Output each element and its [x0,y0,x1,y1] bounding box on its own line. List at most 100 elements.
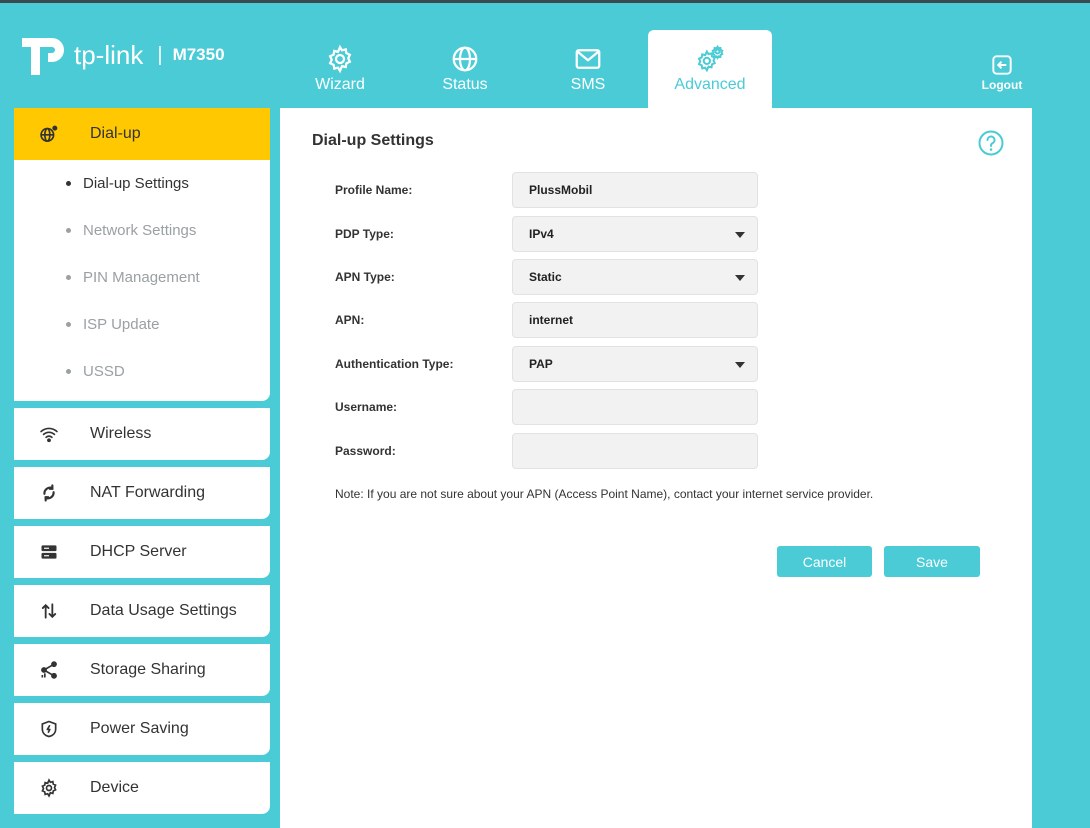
tab-wizard-label: Wizard [315,76,365,93]
envelope-icon [575,49,601,69]
apn-type-value: Static [529,270,562,284]
sidebar-group-nat: NAT Forwarding [14,467,270,519]
sidebar-subitem-pin-management[interactable]: PIN Management [14,254,270,301]
row-auth-type: Authentication Type: PAP [335,346,758,382]
sidebar-item-label: Dial-up [90,125,141,142]
sidebar-group-wireless: Wireless [14,408,270,460]
password-input[interactable] [512,433,758,469]
sidebar-group-device: Device [14,762,270,814]
sidebar-subitem-label: USSD [83,363,125,380]
row-pdp-type: PDP Type: IPv4 [335,216,758,252]
bullet-icon [66,275,71,280]
sidebar-subitem-label: PIN Management [83,269,200,286]
sidebar-item-dhcp-server[interactable]: DHCP Server [14,526,270,578]
tab-status-label: Status [442,76,488,93]
tab-advanced[interactable]: Advanced [648,30,772,108]
sidebar-item-label: Wireless [90,425,152,442]
sidebar-item-label: Power Saving [90,720,189,737]
sidebar-subitem-network-settings[interactable]: Network Settings [14,207,270,254]
brand-logo-area: tp-link | M7350 [18,30,225,80]
sidebar-subitem-isp-update[interactable]: ISP Update [14,301,270,348]
sidebar-group-power: Power Saving [14,703,270,755]
sidebar-group-dhcp: DHCP Server [14,526,270,578]
tab-sms[interactable]: SMS [548,30,628,108]
auth-type-select[interactable]: PAP [512,346,758,382]
sidebar-subitem-label: Network Settings [83,222,197,239]
profile-name-input[interactable]: PlussMobil [512,172,758,208]
main-panel: Dial-up Settings Profile Name: PlussMobi… [280,108,1032,828]
profile-name-value: PlussMobil [529,183,593,197]
pdp-type-select[interactable]: IPv4 [512,216,758,252]
apn-value: internet [529,313,574,327]
tab-sms-label: SMS [570,76,606,93]
nat-icon [38,482,60,504]
brand-model: M7350 [172,45,225,64]
brand-separator: | [157,43,163,66]
sidebar-subitem-label: ISP Update [83,316,160,333]
username-label: Username: [335,400,398,414]
caret-down-icon [735,362,745,368]
apn-type-label: APN Type: [335,270,395,284]
sidebar-subitem-dialup-settings[interactable]: Dial-up Settings [14,160,270,207]
password-label: Password: [335,444,396,458]
logout-button[interactable]: Logout [978,52,1026,92]
sidebar-item-storage-sharing[interactable]: Storage Sharing [14,644,270,696]
save-button[interactable]: Save [884,546,980,577]
wifi-icon [38,423,60,445]
gear-icon [38,777,60,799]
sidebar-subitem-ussd[interactable]: USSD [14,348,270,395]
sidebar-item-label: NAT Forwarding [90,484,205,501]
power-shield-icon [38,718,60,740]
page-title: Dial-up Settings [312,132,434,149]
globe-settings-icon [38,123,60,145]
gears-icon [697,44,724,73]
bullet-icon [66,181,71,186]
sidebar-item-label: DHCP Server [90,543,187,560]
sidebar-group-data-usage: Data Usage Settings [14,585,270,637]
cancel-button[interactable]: Cancel [777,546,872,577]
help-icon[interactable] [978,130,1004,156]
sidebar-item-power-saving[interactable]: Power Saving [14,703,270,755]
tab-advanced-label: Advanced [674,76,746,93]
apn-type-select[interactable]: Static [512,259,758,295]
bullet-icon [66,228,71,233]
bullet-icon [66,369,71,374]
globe-icon [452,46,478,72]
tab-wizard[interactable]: Wizard [300,30,380,108]
tp-link-logo-icon [22,38,64,75]
sidebar-group-dialup: Dial-up Dial-up Settings Network Setting… [14,108,270,401]
data-usage-icon [38,600,60,622]
caret-down-icon [735,275,745,281]
bullet-icon [66,322,71,327]
sidebar-item-dialup[interactable]: Dial-up [14,108,270,160]
sidebar-item-device[interactable]: Device [14,762,270,814]
auth-type-value: PAP [529,357,553,371]
row-profile-name: Profile Name: PlussMobil [335,172,758,208]
apn-label: APN: [335,313,365,327]
logout-icon [992,55,1012,75]
username-input[interactable] [512,389,758,425]
pdp-type-value: IPv4 [529,227,554,241]
brand-name: tp-link [74,39,144,70]
caret-down-icon [735,232,745,238]
sidebar-subitem-label: Dial-up Settings [83,175,189,192]
sidebar-item-wireless[interactable]: Wireless [14,408,270,460]
pdp-type-label: PDP Type: [335,227,394,241]
logout-label: Logout [981,78,1023,92]
server-icon [38,541,60,563]
apn-input[interactable]: internet [512,302,758,338]
dialup-submenu: Dial-up Settings Network Settings PIN Ma… [14,160,270,401]
profile-name-label: Profile Name: [335,183,413,197]
sidebar-item-data-usage-settings[interactable]: Data Usage Settings [14,585,270,637]
sidebar-item-nat-forwarding[interactable]: NAT Forwarding [14,467,270,519]
top-border [0,0,1090,3]
sidebar-item-label: Data Usage Settings [90,602,237,619]
row-password: Password: [335,433,758,469]
row-apn-type: APN Type: Static [335,259,758,295]
tab-status[interactable]: Status [425,30,505,108]
row-apn: APN: internet [335,302,758,338]
sidebar-group-storage: Storage Sharing [14,644,270,696]
apn-note: Note: If you are not sure about your APN… [335,487,874,501]
sidebar: Dial-up Dial-up Settings Network Setting… [14,108,270,821]
row-username: Username: [335,389,758,425]
